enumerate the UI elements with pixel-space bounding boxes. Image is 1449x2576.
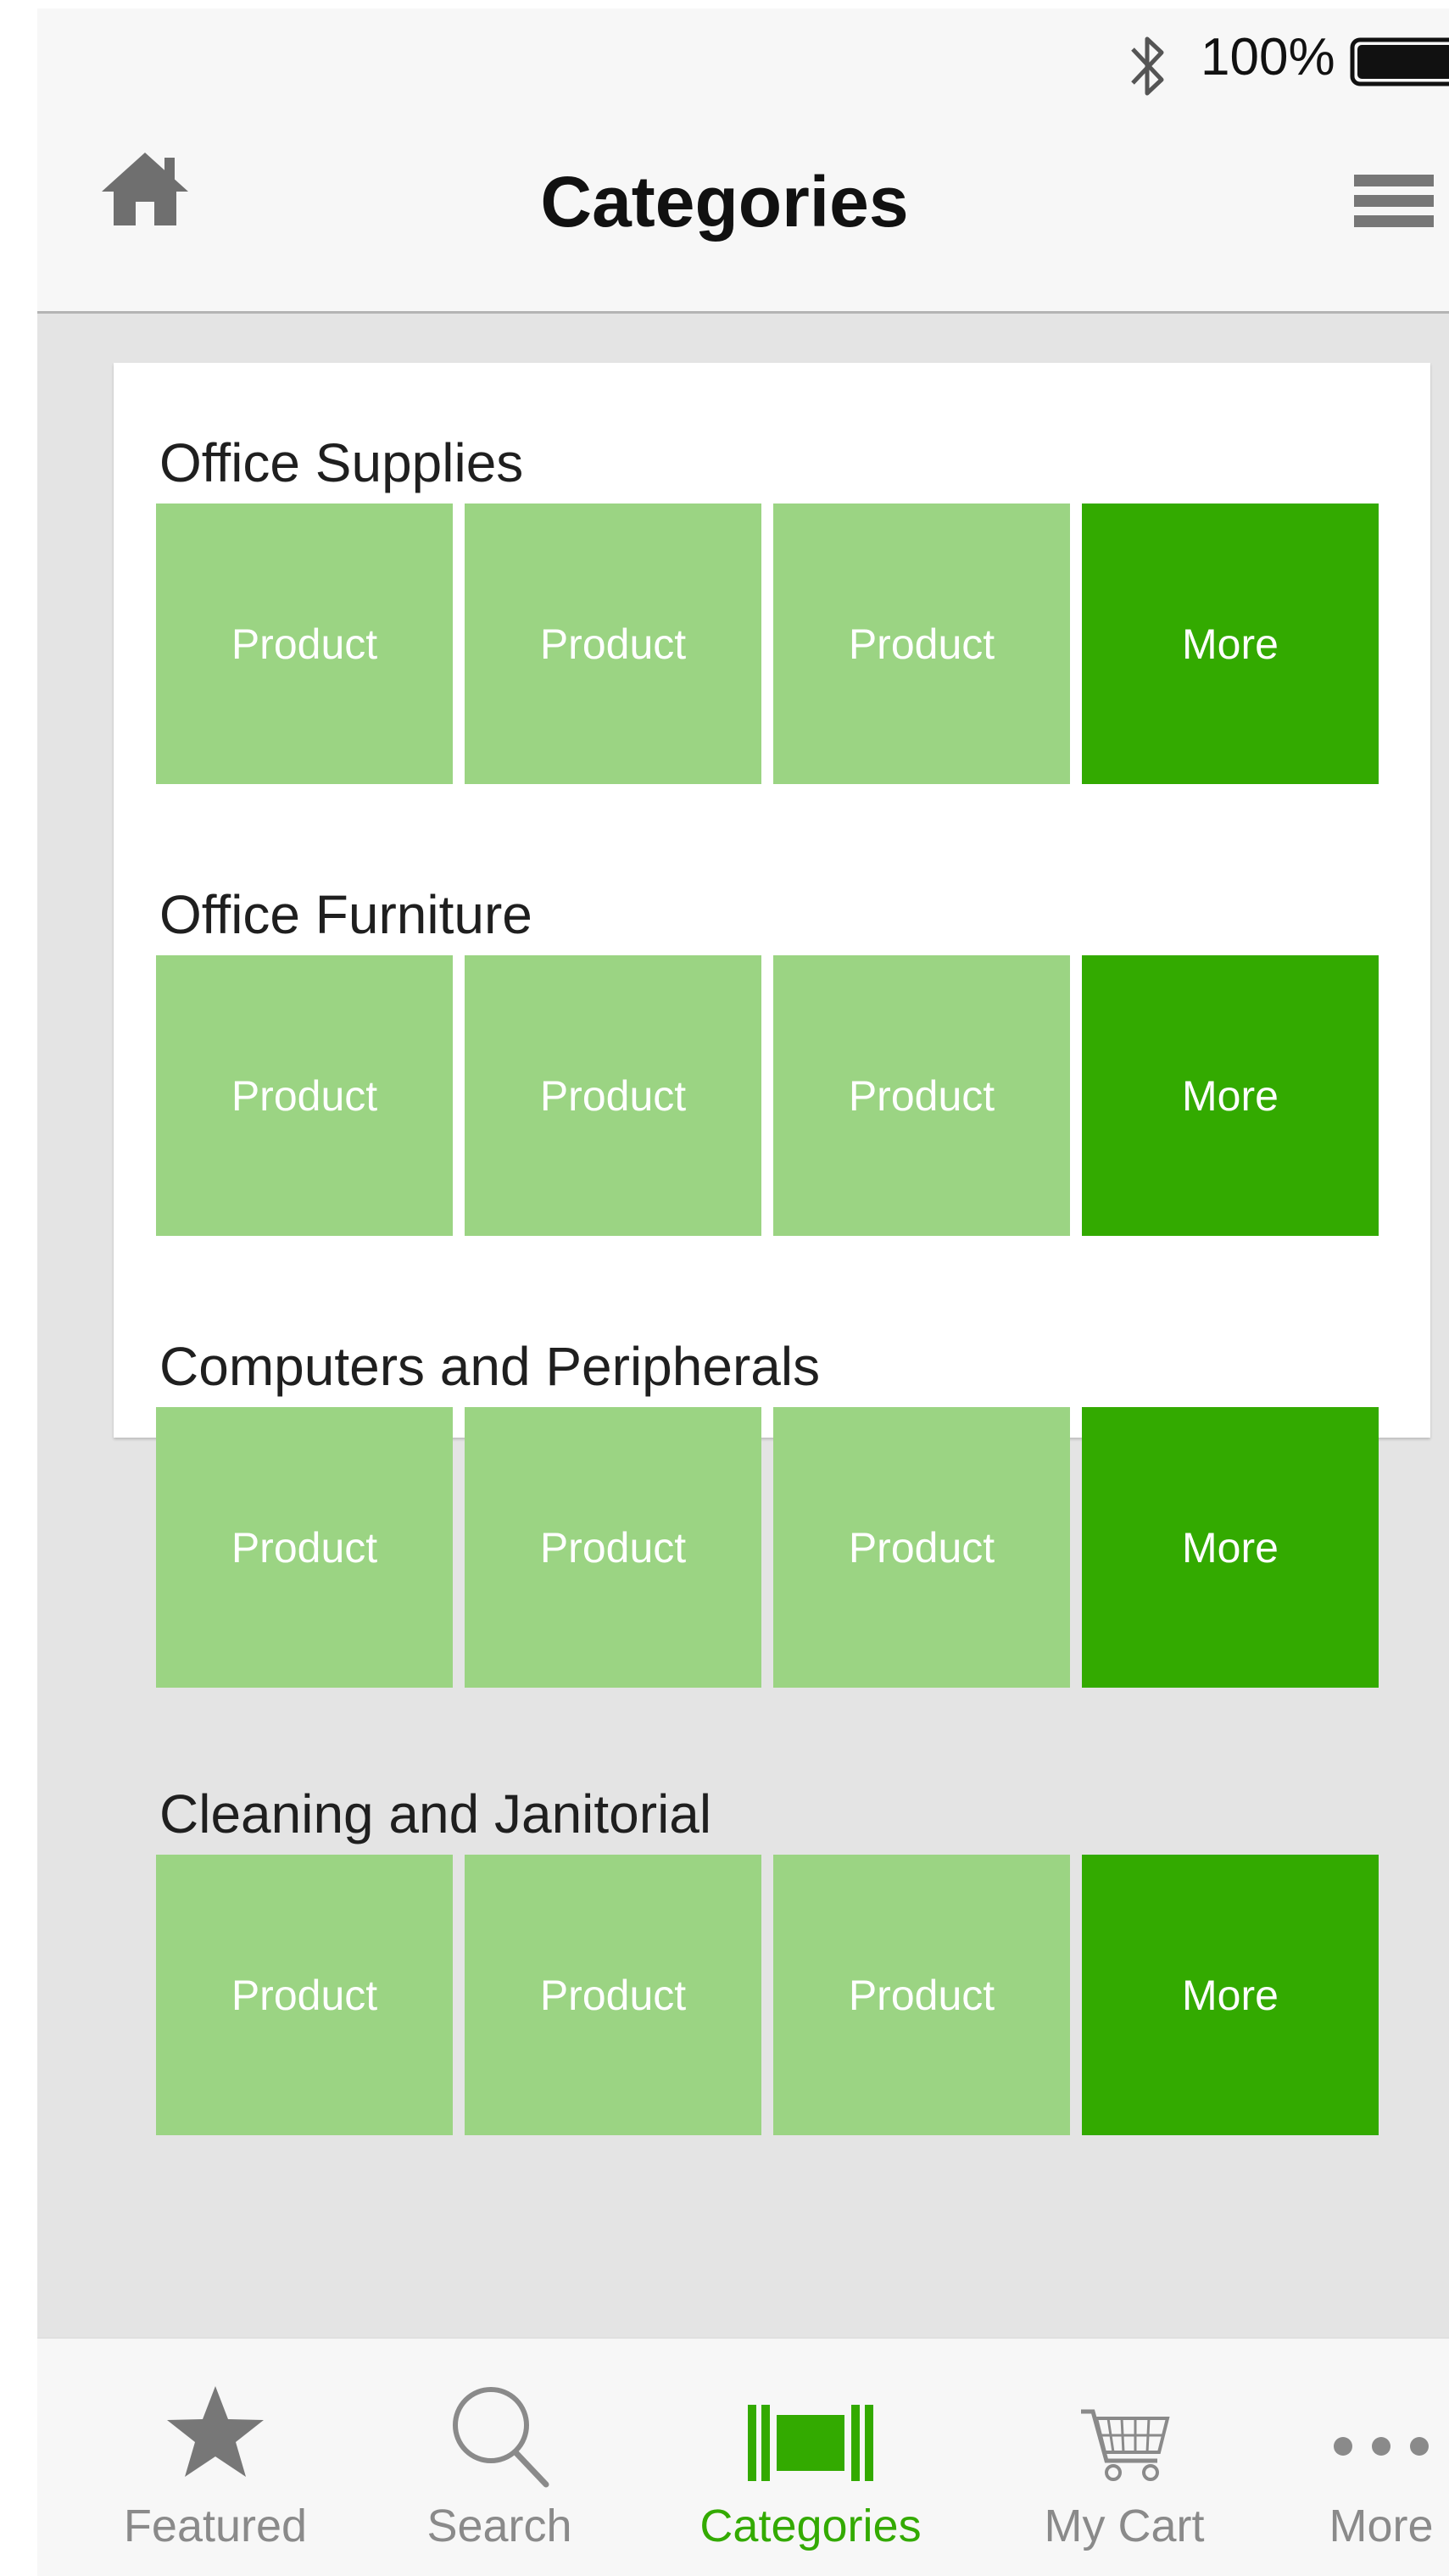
status-bar: 100% — [37, 8, 1449, 110]
category-title: Cleaning and Janitorial — [159, 1783, 712, 1844]
category-title: Office Supplies — [159, 432, 524, 493]
product-tile[interactable]: Product — [465, 1407, 761, 1688]
star-icon — [167, 2386, 264, 2477]
app-screen: 100% Categories Office Supplies Product … — [37, 8, 1449, 2576]
category-title: Office Furniture — [159, 884, 532, 945]
category-tiles: Product Product Product More — [156, 1407, 1380, 1688]
tab-bar: Featured Search Categories My Cart More — [37, 2337, 1449, 2576]
tab-label: My Cart — [1044, 2501, 1205, 2551]
bluetooth-icon — [1131, 36, 1164, 96]
product-tile[interactable]: Product — [465, 504, 761, 784]
product-tile[interactable]: Product — [465, 955, 761, 1236]
more-button[interactable]: More — [1082, 504, 1379, 784]
category-tiles: Product Product Product More — [156, 1855, 1380, 2135]
navigation-bar: Categories — [37, 110, 1449, 314]
category-cleaning-and-janitorial: Cleaning and Janitorial Product Product … — [156, 1773, 1380, 2135]
category-office-supplies: Office Supplies Product Product Product … — [156, 422, 1380, 784]
menu-bar-line — [1354, 215, 1434, 227]
product-tile[interactable]: Product — [773, 504, 1070, 784]
cart-icon — [1081, 2409, 1170, 2481]
battery-percentage: 100% — [1201, 28, 1335, 86]
tab-label: More — [1329, 2501, 1434, 2551]
tab-search[interactable]: Search — [359, 2339, 639, 2576]
more-button[interactable]: More — [1082, 1855, 1379, 2135]
tab-label: Featured — [123, 2501, 308, 2551]
more-button[interactable]: More — [1082, 955, 1379, 1236]
more-dots-icon — [1334, 2437, 1429, 2456]
product-tile[interactable]: Product — [465, 1855, 761, 2135]
tab-my-cart[interactable]: My Cart — [984, 2339, 1264, 2576]
more-button[interactable]: More — [1082, 1407, 1379, 1688]
search-icon — [453, 2387, 549, 2488]
category-office-furniture: Office Furniture Product Product Product… — [156, 874, 1380, 1236]
tab-label: Categories — [699, 2501, 922, 2551]
category-computers-and-peripherals: Computers and Peripherals Product Produc… — [156, 1326, 1380, 1688]
battery-full-icon — [1350, 37, 1449, 86]
product-tile[interactable]: Product — [773, 1855, 1070, 2135]
menu-bar-line — [1354, 195, 1434, 207]
tab-categories[interactable]: Categories — [671, 2339, 950, 2576]
product-tile[interactable]: Product — [773, 1407, 1070, 1688]
categories-icon — [748, 2405, 873, 2481]
categories-card: Office Supplies Product Product Product … — [114, 363, 1430, 2135]
hamburger-menu-icon[interactable] — [1354, 175, 1434, 237]
category-tiles: Product Product Product More — [156, 504, 1380, 784]
category-title: Computers and Peripherals — [159, 1336, 821, 1397]
product-tile[interactable]: Product — [156, 1407, 453, 1688]
page-title: Categories — [540, 162, 909, 242]
tab-more[interactable]: More — [1241, 2339, 1449, 2576]
product-tile[interactable]: Product — [156, 955, 453, 1236]
menu-bar-line — [1354, 175, 1434, 186]
product-tile[interactable]: Product — [156, 1855, 453, 2135]
product-tile[interactable]: Product — [773, 955, 1070, 1236]
tab-featured[interactable]: Featured — [75, 2339, 355, 2576]
product-tile[interactable]: Product — [156, 504, 453, 784]
tab-label: Search — [426, 2501, 572, 2551]
category-tiles: Product Product Product More — [156, 955, 1380, 1236]
